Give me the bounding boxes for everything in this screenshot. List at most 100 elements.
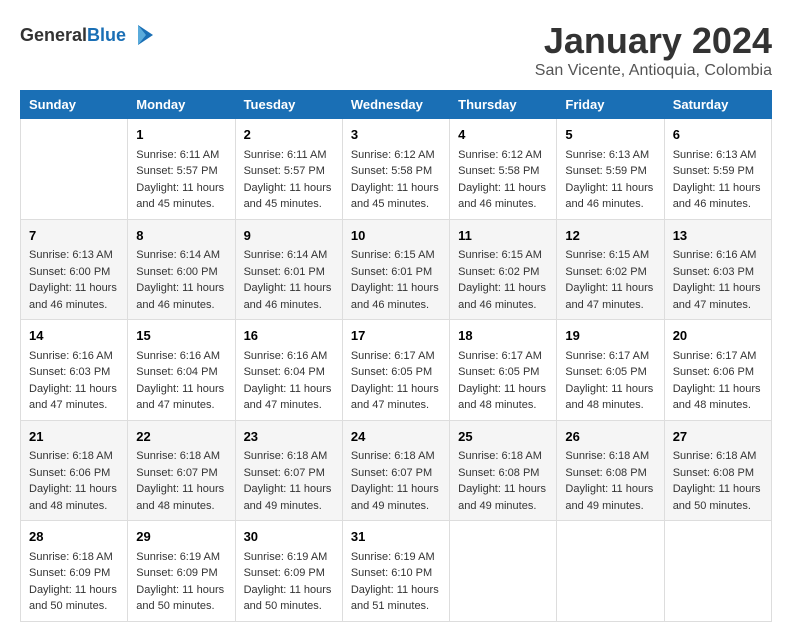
day-number: 5 [565,125,655,145]
calendar-cell [557,521,664,622]
day-info: Sunrise: 6:11 AM Sunset: 5:57 PM Dayligh… [244,147,334,213]
weekday-header: Thursday [450,91,557,119]
day-number: 20 [673,326,763,346]
calendar-cell: 7Sunrise: 6:13 AM Sunset: 6:00 PM Daylig… [21,219,128,320]
calendar-cell: 10Sunrise: 6:15 AM Sunset: 6:01 PM Dayli… [342,219,449,320]
day-number: 16 [244,326,334,346]
weekday-header: Saturday [664,91,771,119]
day-info: Sunrise: 6:19 AM Sunset: 6:09 PM Dayligh… [136,549,226,615]
day-info: Sunrise: 6:18 AM Sunset: 6:07 PM Dayligh… [351,448,441,514]
calendar-week-row: 14Sunrise: 6:16 AM Sunset: 6:03 PM Dayli… [21,320,772,421]
main-title: January 2024 [535,20,772,62]
calendar-cell: 29Sunrise: 6:19 AM Sunset: 6:09 PM Dayli… [128,521,235,622]
logo-icon [128,20,158,50]
calendar-cell [450,521,557,622]
calendar-week-row: 1Sunrise: 6:11 AM Sunset: 5:57 PM Daylig… [21,119,772,220]
calendar-cell: 13Sunrise: 6:16 AM Sunset: 6:03 PM Dayli… [664,219,771,320]
calendar-cell: 25Sunrise: 6:18 AM Sunset: 6:08 PM Dayli… [450,420,557,521]
calendar-cell: 14Sunrise: 6:16 AM Sunset: 6:03 PM Dayli… [21,320,128,421]
weekday-header: Tuesday [235,91,342,119]
calendar-cell: 30Sunrise: 6:19 AM Sunset: 6:09 PM Dayli… [235,521,342,622]
day-info: Sunrise: 6:16 AM Sunset: 6:03 PM Dayligh… [673,247,763,313]
day-info: Sunrise: 6:12 AM Sunset: 5:58 PM Dayligh… [351,147,441,213]
day-number: 9 [244,226,334,246]
page-header: GeneralBlue January 2024 San Vicente, An… [20,20,772,80]
day-info: Sunrise: 6:14 AM Sunset: 6:01 PM Dayligh… [244,247,334,313]
day-number: 17 [351,326,441,346]
day-number: 22 [136,427,226,447]
calendar-cell: 9Sunrise: 6:14 AM Sunset: 6:01 PM Daylig… [235,219,342,320]
day-info: Sunrise: 6:18 AM Sunset: 6:08 PM Dayligh… [565,448,655,514]
day-info: Sunrise: 6:12 AM Sunset: 5:58 PM Dayligh… [458,147,548,213]
day-number: 24 [351,427,441,447]
day-number: 28 [29,527,119,547]
logo-blue: Blue [87,25,126,45]
calendar-cell: 20Sunrise: 6:17 AM Sunset: 6:06 PM Dayli… [664,320,771,421]
calendar-cell: 24Sunrise: 6:18 AM Sunset: 6:07 PM Dayli… [342,420,449,521]
day-info: Sunrise: 6:17 AM Sunset: 6:05 PM Dayligh… [351,348,441,414]
calendar-header: SundayMondayTuesdayWednesdayThursdayFrid… [21,91,772,119]
day-info: Sunrise: 6:18 AM Sunset: 6:08 PM Dayligh… [458,448,548,514]
calendar-week-row: 7Sunrise: 6:13 AM Sunset: 6:00 PM Daylig… [21,219,772,320]
calendar-cell: 2Sunrise: 6:11 AM Sunset: 5:57 PM Daylig… [235,119,342,220]
calendar-cell: 28Sunrise: 6:18 AM Sunset: 6:09 PM Dayli… [21,521,128,622]
day-number: 21 [29,427,119,447]
calendar-cell: 21Sunrise: 6:18 AM Sunset: 6:06 PM Dayli… [21,420,128,521]
day-number: 1 [136,125,226,145]
calendar-cell: 17Sunrise: 6:17 AM Sunset: 6:05 PM Dayli… [342,320,449,421]
calendar-cell: 3Sunrise: 6:12 AM Sunset: 5:58 PM Daylig… [342,119,449,220]
calendar-cell: 18Sunrise: 6:17 AM Sunset: 6:05 PM Dayli… [450,320,557,421]
day-info: Sunrise: 6:18 AM Sunset: 6:09 PM Dayligh… [29,549,119,615]
calendar-cell: 1Sunrise: 6:11 AM Sunset: 5:57 PM Daylig… [128,119,235,220]
weekday-header: Sunday [21,91,128,119]
day-number: 13 [673,226,763,246]
calendar-cell: 6Sunrise: 6:13 AM Sunset: 5:59 PM Daylig… [664,119,771,220]
day-number: 3 [351,125,441,145]
day-info: Sunrise: 6:18 AM Sunset: 6:06 PM Dayligh… [29,448,119,514]
logo-general: General [20,25,87,45]
day-number: 30 [244,527,334,547]
day-info: Sunrise: 6:16 AM Sunset: 6:04 PM Dayligh… [244,348,334,414]
day-info: Sunrise: 6:18 AM Sunset: 6:07 PM Dayligh… [136,448,226,514]
day-number: 11 [458,226,548,246]
day-info: Sunrise: 6:14 AM Sunset: 6:00 PM Dayligh… [136,247,226,313]
day-number: 29 [136,527,226,547]
calendar-cell: 11Sunrise: 6:15 AM Sunset: 6:02 PM Dayli… [450,219,557,320]
calendar-week-row: 21Sunrise: 6:18 AM Sunset: 6:06 PM Dayli… [21,420,772,521]
calendar-cell: 12Sunrise: 6:15 AM Sunset: 6:02 PM Dayli… [557,219,664,320]
title-area: January 2024 San Vicente, Antioquia, Col… [535,20,772,80]
day-info: Sunrise: 6:17 AM Sunset: 6:05 PM Dayligh… [458,348,548,414]
day-number: 14 [29,326,119,346]
day-number: 26 [565,427,655,447]
calendar-cell: 16Sunrise: 6:16 AM Sunset: 6:04 PM Dayli… [235,320,342,421]
day-info: Sunrise: 6:17 AM Sunset: 6:05 PM Dayligh… [565,348,655,414]
day-info: Sunrise: 6:19 AM Sunset: 6:09 PM Dayligh… [244,549,334,615]
logo: GeneralBlue [20,20,158,50]
calendar-cell: 19Sunrise: 6:17 AM Sunset: 6:05 PM Dayli… [557,320,664,421]
calendar-table: SundayMondayTuesdayWednesdayThursdayFrid… [20,90,772,622]
day-number: 4 [458,125,548,145]
day-number: 7 [29,226,119,246]
subtitle: San Vicente, Antioquia, Colombia [535,62,772,80]
day-info: Sunrise: 6:13 AM Sunset: 5:59 PM Dayligh… [673,147,763,213]
calendar-cell: 15Sunrise: 6:16 AM Sunset: 6:04 PM Dayli… [128,320,235,421]
day-number: 8 [136,226,226,246]
day-info: Sunrise: 6:13 AM Sunset: 6:00 PM Dayligh… [29,247,119,313]
day-info: Sunrise: 6:17 AM Sunset: 6:06 PM Dayligh… [673,348,763,414]
day-number: 19 [565,326,655,346]
day-number: 23 [244,427,334,447]
calendar-cell [21,119,128,220]
day-number: 27 [673,427,763,447]
day-number: 12 [565,226,655,246]
day-info: Sunrise: 6:18 AM Sunset: 6:08 PM Dayligh… [673,448,763,514]
calendar-cell: 5Sunrise: 6:13 AM Sunset: 5:59 PM Daylig… [557,119,664,220]
day-info: Sunrise: 6:16 AM Sunset: 6:03 PM Dayligh… [29,348,119,414]
calendar-cell: 23Sunrise: 6:18 AM Sunset: 6:07 PM Dayli… [235,420,342,521]
day-info: Sunrise: 6:11 AM Sunset: 5:57 PM Dayligh… [136,147,226,213]
day-number: 6 [673,125,763,145]
day-number: 2 [244,125,334,145]
day-info: Sunrise: 6:15 AM Sunset: 6:01 PM Dayligh… [351,247,441,313]
day-number: 18 [458,326,548,346]
calendar-cell: 27Sunrise: 6:18 AM Sunset: 6:08 PM Dayli… [664,420,771,521]
day-info: Sunrise: 6:15 AM Sunset: 6:02 PM Dayligh… [458,247,548,313]
